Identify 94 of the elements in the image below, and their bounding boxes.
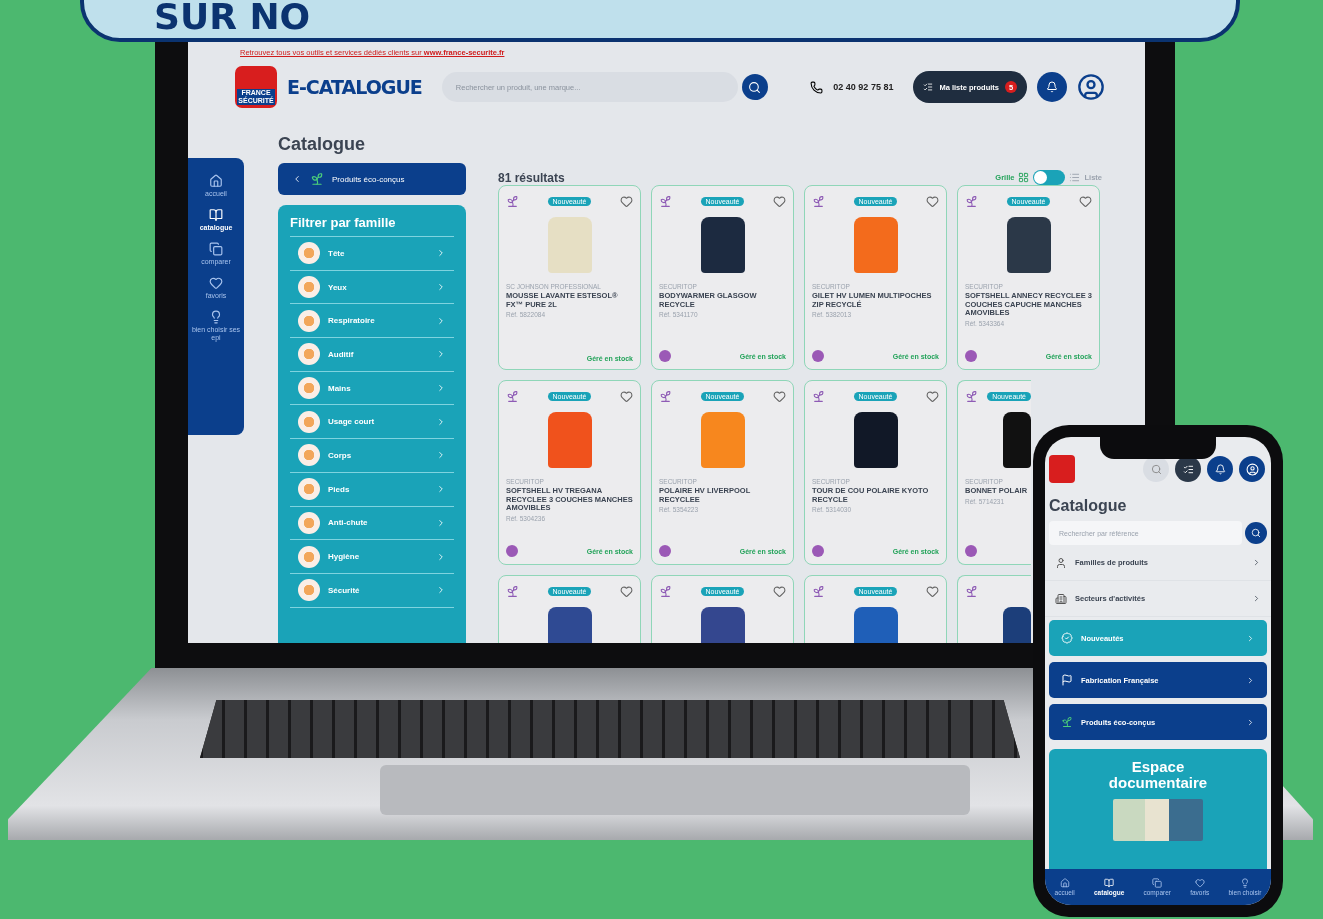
sprout-icon [506, 584, 519, 598]
phone-icon [810, 80, 824, 94]
chevron-icon [1246, 675, 1255, 685]
chevron-icon [436, 416, 446, 427]
filter-title: Filtrer par famille [290, 215, 454, 237]
chevron-icon [1246, 717, 1255, 727]
sprout-icon [812, 389, 825, 403]
account-button[interactable] [1239, 456, 1265, 482]
category-icon [298, 478, 320, 501]
back-button[interactable]: Produits éco-conçus [278, 163, 466, 195]
favorite-icon[interactable] [620, 584, 633, 598]
search-button[interactable] [741, 74, 768, 100]
copy-icon [209, 242, 223, 256]
sprout-icon [506, 389, 519, 403]
sprout-icon [965, 584, 978, 598]
book-icon [1104, 878, 1115, 888]
chevron-icon [436, 517, 446, 528]
category-icon [298, 511, 320, 534]
favorite-icon[interactable] [1079, 194, 1092, 208]
chevron-icon [436, 450, 446, 461]
sprout-icon [659, 584, 672, 598]
favorite-icon[interactable] [926, 194, 939, 208]
chevron-icon [436, 551, 446, 562]
sprout-icon [659, 389, 672, 403]
banner-text: SUR NO [154, 0, 311, 36]
category-icon [298, 309, 320, 332]
heart-icon [209, 276, 223, 290]
page-title: Catalogue [1048, 496, 1128, 516]
account-icon [1245, 462, 1259, 476]
list-icon [1182, 463, 1194, 475]
favorite-icon[interactable] [926, 584, 939, 598]
sprout-icon [1061, 716, 1073, 728]
sprout-icon [506, 194, 519, 208]
category-icon [298, 242, 320, 265]
sprout-icon [965, 194, 978, 208]
results-count: 81 résultats [498, 170, 565, 185]
favorite-icon[interactable] [926, 389, 939, 403]
notifications-button[interactable] [1207, 456, 1233, 482]
account-icon[interactable] [1077, 73, 1105, 101]
category-icon [298, 377, 320, 400]
phone-number: 02 40 92 75 81 [833, 82, 894, 92]
search-icon [1150, 463, 1162, 475]
favorite-icon[interactable] [773, 194, 786, 208]
chevron-icon [436, 585, 446, 596]
lightbulb-icon [1239, 878, 1250, 888]
sprout-icon [310, 172, 324, 186]
chevron-icon [436, 349, 446, 360]
chevron-icon [436, 383, 446, 394]
home-icon [209, 174, 223, 188]
chevron-icon [436, 282, 446, 293]
favorite-icon[interactable] [620, 194, 633, 208]
category-icon [298, 545, 320, 568]
category-icon [298, 276, 320, 299]
bell-icon [1214, 463, 1226, 475]
category-icon [298, 410, 320, 433]
chevron-icon [1252, 558, 1261, 567]
chevron-icon [436, 248, 446, 259]
chevron-icon [436, 315, 446, 326]
list-icon [1069, 172, 1081, 183]
badge-icon [1061, 632, 1073, 644]
sprout-icon [965, 389, 978, 403]
book-icon [209, 208, 223, 222]
sprout-icon [812, 194, 825, 208]
notifications-button[interactable] [1037, 72, 1067, 102]
search-button[interactable] [1245, 522, 1267, 544]
chevron-icon [1246, 633, 1255, 643]
favorite-icon[interactable] [773, 584, 786, 598]
category-icon [298, 343, 320, 366]
favorite-icon[interactable] [773, 389, 786, 403]
heart-icon [1194, 878, 1205, 888]
person-icon [1055, 556, 1067, 569]
favorite-icon[interactable] [620, 389, 633, 403]
category-icon [298, 444, 320, 467]
chevron-icon [1252, 594, 1261, 603]
search-icon [1251, 528, 1261, 538]
sprout-icon [812, 584, 825, 598]
building-icon [1055, 592, 1067, 605]
flag-icon [1061, 674, 1073, 686]
copy-icon [1152, 878, 1163, 888]
grid-icon [1018, 172, 1030, 183]
bell-icon [1046, 81, 1058, 93]
logo [1049, 455, 1075, 483]
chevron-icon [292, 174, 302, 184]
page-title: Catalogue [278, 134, 366, 155]
sprout-icon [659, 194, 672, 208]
search-icon [748, 80, 762, 94]
promo-title: Espace documentaire [1107, 759, 1209, 791]
category-icon [298, 579, 320, 602]
chevron-icon [436, 484, 446, 495]
view-toggle[interactable] [1033, 170, 1066, 185]
home-icon [1059, 878, 1070, 888]
site-title: E-CATALOGUE [287, 76, 422, 98]
list-icon [923, 82, 934, 92]
lightbulb-icon [209, 310, 223, 324]
